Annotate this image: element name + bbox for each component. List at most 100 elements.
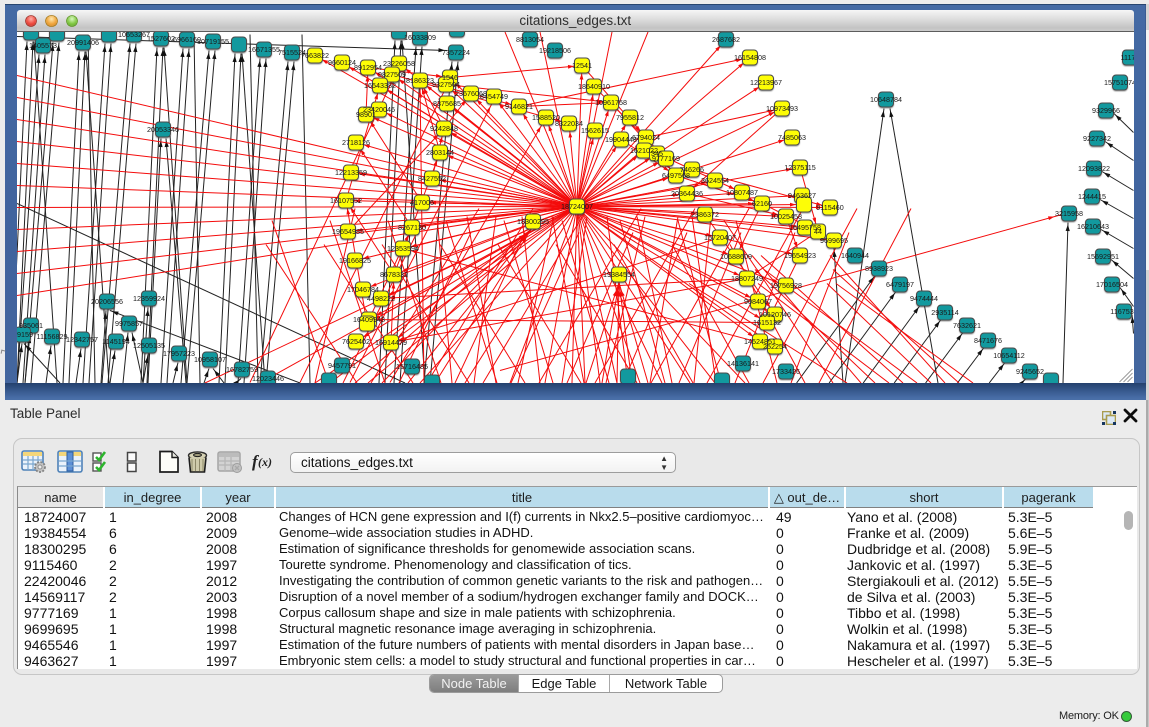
svg-text:15751074: 15751074 bbox=[1104, 78, 1133, 87]
svg-text:9463627: 9463627 bbox=[788, 191, 816, 200]
svg-text:16154808: 16154808 bbox=[734, 53, 766, 62]
svg-text:8375685: 8375685 bbox=[433, 99, 461, 108]
svg-text:16409948: 16409948 bbox=[353, 315, 385, 324]
svg-text:9474444: 9474444 bbox=[910, 294, 938, 303]
svg-text:12093822: 12093822 bbox=[1078, 164, 1110, 173]
svg-text:7663822: 7663822 bbox=[301, 51, 329, 60]
svg-text:12375115: 12375115 bbox=[784, 163, 815, 172]
svg-text:10025458: 10025458 bbox=[770, 212, 802, 221]
svg-text:7357224: 7357224 bbox=[442, 48, 470, 57]
svg-text:1167533: 1167533 bbox=[1110, 307, 1133, 316]
svg-text:9699695: 9699695 bbox=[820, 236, 848, 245]
svg-text:20206556: 20206556 bbox=[91, 297, 123, 306]
svg-text:8322034: 8322034 bbox=[555, 119, 583, 128]
svg-text:12342757: 12342757 bbox=[66, 335, 98, 344]
svg-text:9777169: 9777169 bbox=[652, 154, 680, 163]
svg-text:62160: 62160 bbox=[752, 199, 772, 208]
svg-text:8678332: 8678332 bbox=[380, 270, 408, 279]
svg-text:17016504: 17016504 bbox=[1096, 280, 1128, 289]
svg-text:7632621: 7632621 bbox=[953, 321, 981, 330]
svg-text:252254: 252254 bbox=[763, 342, 787, 351]
svg-text:10973493: 10973493 bbox=[766, 104, 798, 113]
svg-text:18724007: 18724007 bbox=[561, 202, 593, 211]
svg-text:19654985: 19654985 bbox=[332, 227, 364, 236]
svg-text:15720407: 15720407 bbox=[704, 233, 736, 242]
svg-text:9245652: 9245652 bbox=[1016, 367, 1044, 376]
svg-text:11172: 11172 bbox=[1121, 53, 1134, 62]
svg-text:17046784: 17046784 bbox=[347, 285, 379, 294]
svg-text:935061: 935061 bbox=[19, 321, 43, 330]
svg-text:1640944: 1640944 bbox=[841, 251, 869, 260]
svg-text:12541: 12541 bbox=[572, 61, 592, 70]
svg-text:44: 44 bbox=[814, 227, 822, 236]
svg-text:8471676: 8471676 bbox=[974, 336, 1002, 345]
svg-text:9975857: 9975857 bbox=[115, 319, 143, 328]
svg-text:8186323: 8186323 bbox=[406, 76, 434, 85]
svg-text:6794024: 6794024 bbox=[632, 133, 660, 142]
svg-text:17957223: 17957223 bbox=[163, 349, 195, 358]
svg-text:3624554: 3624554 bbox=[701, 176, 729, 185]
svg-text:12023446: 12023446 bbox=[252, 374, 284, 383]
svg-text:9146821: 9146821 bbox=[505, 102, 533, 111]
svg-text:19218506: 19218506 bbox=[539, 46, 571, 55]
svg-text:16107552: 16107552 bbox=[330, 196, 362, 205]
svg-text:9827509: 9827509 bbox=[378, 70, 406, 79]
svg-text:6479197: 6479197 bbox=[886, 280, 914, 289]
svg-text:9660124: 9660124 bbox=[328, 58, 356, 67]
svg-text:9457791: 9457791 bbox=[328, 361, 356, 370]
svg-text:20053346: 20053346 bbox=[147, 125, 179, 134]
svg-text:23226058: 23226058 bbox=[383, 59, 415, 68]
svg-text:9329966: 9329966 bbox=[1092, 106, 1120, 115]
svg-text:7625402: 7625402 bbox=[342, 337, 370, 346]
svg-text:12213359: 12213359 bbox=[335, 168, 367, 177]
svg-text:10719155: 10719155 bbox=[197, 37, 229, 46]
svg-text:4498222: 4498222 bbox=[367, 294, 395, 303]
svg-text:9242848: 9242848 bbox=[430, 124, 458, 133]
svg-text:6497568: 6497568 bbox=[662, 171, 690, 180]
svg-text:12213967: 12213967 bbox=[750, 78, 782, 87]
svg-text:10807487: 10807487 bbox=[726, 188, 758, 197]
svg-text:19756928: 19756928 bbox=[770, 281, 802, 290]
svg-text:1145194: 1145194 bbox=[102, 337, 129, 346]
svg-text:12353594: 12353594 bbox=[387, 244, 419, 253]
svg-text:417006: 417006 bbox=[410, 198, 434, 207]
svg-text:1244415: 1244415 bbox=[1078, 192, 1106, 201]
svg-text:11156829: 11156829 bbox=[37, 332, 68, 341]
svg-text:18640910: 18640910 bbox=[578, 82, 610, 91]
svg-text:15692951: 15692951 bbox=[1087, 252, 1119, 261]
svg-text:10653267: 10653267 bbox=[118, 32, 150, 39]
svg-text:(x): (x) bbox=[258, 455, 272, 469]
svg-text:1562615: 1562615 bbox=[581, 126, 609, 135]
svg-text:15716485: 15716485 bbox=[396, 362, 428, 371]
svg-text:2687682: 2687682 bbox=[712, 35, 740, 44]
svg-text:19654923: 19654923 bbox=[784, 251, 816, 260]
svg-text:9084067: 9084067 bbox=[744, 297, 772, 306]
svg-text:14136141: 14136141 bbox=[727, 359, 759, 368]
svg-text:9115460: 9115460 bbox=[816, 203, 843, 212]
svg-text:10648784: 10648784 bbox=[870, 95, 902, 104]
svg-text:3215958: 3215958 bbox=[1055, 209, 1083, 218]
svg-text:1615132: 1615132 bbox=[753, 318, 781, 327]
svg-text:8267130: 8267130 bbox=[398, 223, 426, 232]
svg-text:20991406: 20991406 bbox=[67, 38, 99, 47]
svg-text:8454749: 8454749 bbox=[480, 92, 508, 101]
svg-text:10961758: 10961758 bbox=[595, 98, 627, 107]
svg-text:18807249: 18807249 bbox=[731, 274, 763, 283]
svg-text:7955812: 7955812 bbox=[616, 113, 644, 122]
svg-text:10654112: 10654112 bbox=[993, 351, 1024, 360]
svg-text:12505135: 12505135 bbox=[133, 341, 165, 350]
svg-text:16671355: 16671355 bbox=[248, 45, 280, 54]
svg-text:12359924: 12359924 bbox=[133, 294, 165, 303]
svg-text:19166825: 19166825 bbox=[339, 256, 371, 265]
svg-text:2935114: 2935114 bbox=[931, 308, 958, 317]
svg-text:1405573: 1405573 bbox=[29, 41, 57, 50]
svg-text:16543382: 16543382 bbox=[364, 81, 396, 90]
svg-text:8427552: 8427552 bbox=[418, 174, 446, 183]
svg-text:20364436: 20364436 bbox=[671, 189, 703, 198]
svg-text:2386372: 2386372 bbox=[691, 210, 719, 219]
svg-text:1527602: 1527602 bbox=[147, 34, 175, 43]
svg-text:10958107: 10958107 bbox=[194, 355, 226, 364]
svg-text:9227342: 9227342 bbox=[1083, 134, 1111, 143]
svg-text:16782759: 16782759 bbox=[226, 365, 258, 374]
svg-text:2803144: 2803144 bbox=[426, 148, 454, 157]
